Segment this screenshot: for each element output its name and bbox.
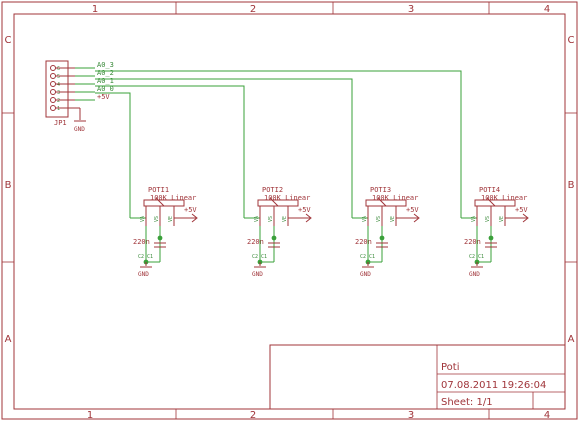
poti1-junction-top (157, 235, 163, 241)
sheet-text: Sheet: 1/1 (441, 397, 493, 408)
pin-label-3: 3 (57, 90, 60, 96)
poti1-supply-label: +5V (184, 206, 197, 214)
col-label-top-3: 3 (408, 4, 414, 15)
poti3-name: POTI3 (370, 186, 391, 194)
pin-label-6: 6 (57, 66, 60, 72)
poti2-cap-value: 220n (247, 238, 264, 246)
row-label-right-b: B (568, 180, 575, 191)
poti3-value: 100K Linear (372, 194, 418, 202)
poti1-cap-pin2: C2 (138, 254, 144, 260)
col-label-top-1: 1 (92, 4, 98, 15)
pin-label-2: 2 (57, 98, 60, 104)
poti-group: VA VS VEPOTI1100K Linear+5V220nC1C2GNDVA VS… (130, 186, 529, 278)
net-label-a0-2: A0_2 (97, 69, 114, 77)
poti2-name: POTI2 (262, 186, 283, 194)
poti1-pin-name-vs: VS (154, 216, 160, 222)
row-label-right-a: A (568, 334, 575, 345)
poti2-pin-name-va: VA (254, 216, 260, 222)
poti2-pin-name-ve: VE (282, 216, 288, 222)
poti3-gnd-label: GND (360, 271, 371, 278)
poti4-name: POTI4 (479, 186, 500, 194)
poti4-junction-top (488, 235, 494, 241)
col-label-bottom-1: 1 (87, 410, 93, 421)
poti3-cap-pin2: C2 (360, 254, 366, 260)
pin-label-1: 1 (57, 106, 60, 112)
poti1-cap-pin1: C1 (147, 254, 153, 260)
row-label-left-b: B (5, 180, 12, 191)
col-label-bottom-4: 4 (544, 410, 550, 421)
poti1-cap-value: 220n (133, 238, 150, 246)
poti4-supply-label: +5V (515, 206, 528, 214)
poti1-pin-name-ve: VE (168, 216, 174, 222)
col-label-bottom-3: 3 (408, 410, 414, 421)
poti1-value: 100K Linear (150, 194, 196, 202)
poti2-value: 100K Linear (264, 194, 310, 202)
connector-jp1: 6 5 4 3 2 1 JP1 GND (45, 60, 86, 133)
poti4-cap-pin1: C1 (478, 254, 484, 260)
row-label-right-c: C (568, 35, 575, 46)
row-label-left-a: A (5, 334, 12, 345)
col-label-bottom-2: 2 (250, 410, 256, 421)
schematic-sheet: 1 2 3 4 1 2 3 4 C B A C B A Poti 07.08.2… (1, 1, 578, 421)
poti4-value: 100K Linear (481, 194, 527, 202)
poti3-supply-label: +5V (406, 206, 419, 214)
poti4-gnd-label: GND (469, 271, 480, 278)
row-label-left-c: C (5, 35, 12, 46)
poti4-pin-name-ve: VE (499, 216, 505, 222)
poti1-gnd-label: GND (138, 271, 149, 278)
net-label-5v: +5V (97, 93, 110, 101)
poti4-cap-pin2: C2 (469, 254, 475, 260)
datetime-text: 07.08.2011 19:26:04 (441, 380, 546, 391)
poti3-junction-top (379, 235, 385, 241)
poti2-cap-pin1: C1 (261, 254, 267, 260)
poti1-pin-name-va: VA (140, 216, 146, 222)
poti4-cap-value: 220n (464, 238, 481, 246)
poti4-pin-name-va: VA (471, 216, 477, 222)
poti2-gnd-label: GND (252, 271, 263, 278)
col-label-top-4: 4 (544, 4, 550, 15)
poti4-pin-name-vs: VS (485, 216, 491, 222)
poti3-cap-pin1: C1 (369, 254, 375, 260)
pin-label-4: 4 (57, 82, 60, 88)
pin-label-5: 5 (57, 74, 60, 80)
poti3-cap-value: 220n (355, 238, 372, 246)
poti2-pin-name-vs: VS (268, 216, 274, 222)
poti3-pin-name-va: VA (362, 216, 368, 222)
wire-a0-0 (95, 92, 131, 218)
poti2-cap-pin2: C2 (252, 254, 258, 260)
poti1-name: POTI1 (148, 186, 169, 194)
poti2-junction-top (271, 235, 277, 241)
title-text: Poti (441, 362, 460, 373)
poti3-pin-name-ve: VE (390, 216, 396, 222)
wire-a0-2 (95, 78, 353, 218)
connector-name: JP1 (54, 119, 67, 127)
col-label-top-2: 2 (250, 4, 256, 15)
net-label-a0-3: A0_3 (97, 61, 114, 69)
connector-gnd-label: GND (74, 126, 85, 133)
net-label-a0-1: A0_1 (97, 77, 114, 85)
poti2-supply-label: +5V (298, 206, 311, 214)
poti3-pin-name-vs: VS (376, 216, 382, 222)
title-block: Poti 07.08.2011 19:26:04 Sheet: 1/1 (269, 344, 566, 410)
